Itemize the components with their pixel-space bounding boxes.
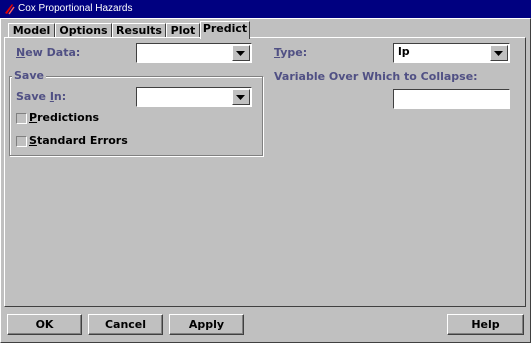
save-in-dropdown-button[interactable]: [232, 89, 250, 105]
ok-button[interactable]: OK: [7, 314, 82, 335]
chevron-down-icon: [236, 95, 245, 100]
type-combo[interactable]: lp: [393, 43, 510, 63]
chevron-down-icon: [236, 51, 245, 56]
chevron-down-icon: [494, 51, 503, 56]
standard-errors-checkbox[interactable]: [16, 136, 27, 147]
type-dropdown-button[interactable]: [490, 45, 508, 61]
new-data-combo[interactable]: [136, 43, 252, 63]
standard-errors-label[interactable]: Standard Errors: [29, 134, 128, 147]
save-group-title: Save: [12, 69, 46, 82]
tab-predict[interactable]: Predict: [200, 21, 250, 39]
new-data-label: New Data:: [16, 46, 81, 59]
save-in-label: Save In:: [16, 90, 67, 103]
window-title: Cox Proportional Hazards: [18, 3, 133, 14]
collapse-variable-label: Variable Over Which to Collapse:: [274, 70, 478, 83]
app-icon: [5, 4, 15, 15]
help-button[interactable]: Help: [447, 314, 524, 335]
new-data-dropdown-button[interactable]: [232, 45, 250, 61]
collapse-variable-input[interactable]: [393, 89, 510, 109]
tab-results[interactable]: Results: [112, 23, 166, 38]
title-bar: Cox Proportional Hazards: [0, 0, 531, 18]
apply-button[interactable]: Apply: [169, 314, 244, 335]
predictions-label[interactable]: Predictions: [29, 111, 99, 124]
tab-model[interactable]: Model: [8, 23, 55, 38]
type-value: lp: [398, 45, 410, 58]
tab-options[interactable]: Options: [55, 23, 112, 38]
tab-plot[interactable]: Plot: [166, 23, 200, 38]
cancel-button[interactable]: Cancel: [88, 314, 163, 335]
predictions-checkbox[interactable]: [16, 113, 27, 124]
save-in-combo[interactable]: [136, 87, 252, 107]
type-label: Type:: [274, 46, 308, 59]
